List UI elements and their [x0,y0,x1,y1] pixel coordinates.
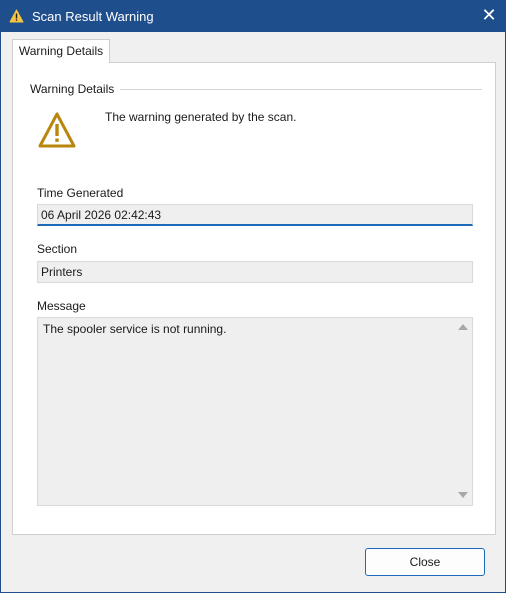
group-label: Warning Details [30,82,115,96]
time-generated-field[interactable]: 06 April 2026 02:42:43 [37,204,473,226]
message-text: The spooler service is not running. [43,322,227,336]
window-title: Scan Result Warning [32,9,154,24]
section-field[interactable]: Printers [37,261,473,283]
close-button[interactable]: Close [365,548,485,576]
title-bar[interactable]: Scan Result Warning ✕ [1,1,505,32]
message-label: Message [37,299,86,313]
warning-icon [9,9,24,23]
group-divider [120,89,482,90]
scroll-up-icon[interactable] [458,324,468,330]
tab-panel: Warning Details The warning generated by… [12,62,496,535]
dialog-window: Scan Result Warning ✕ Warning Details Wa… [0,0,506,593]
tab-warning-details[interactable]: Warning Details [12,39,110,63]
warning-icon [38,112,76,148]
close-icon[interactable]: ✕ [473,1,505,32]
message-field[interactable]: The spooler service is not running. [37,317,473,506]
section-label: Section [37,242,78,256]
time-generated-label: Time Generated [37,186,124,200]
scroll-down-icon[interactable] [458,492,468,498]
warning-description: The warning generated by the scan. [105,110,297,124]
